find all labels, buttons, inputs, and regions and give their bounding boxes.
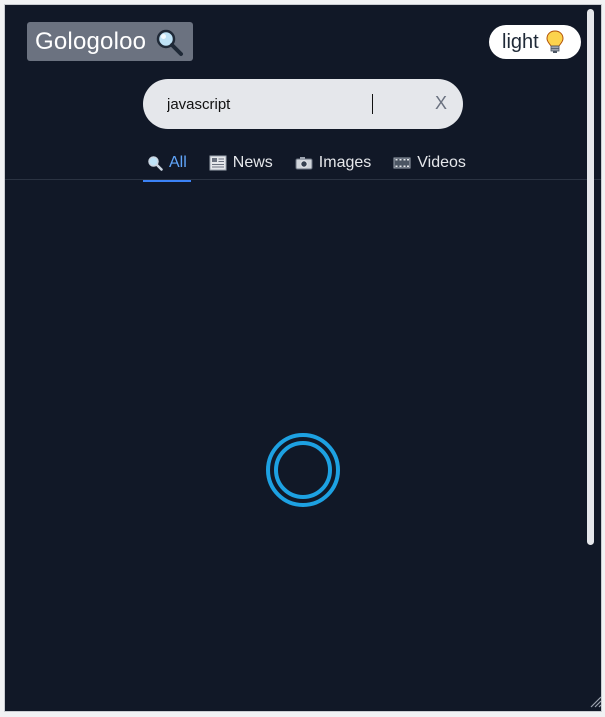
logo-button[interactable]: Gologoloo [27,22,193,61]
loading-spinner [264,431,342,509]
tab-all[interactable]: All [143,148,191,182]
tab-news[interactable]: News [205,148,277,178]
tabs-divider [5,179,601,180]
tab-all-label: All [169,154,187,171]
app-window: Gologoloo light X [4,4,602,712]
search-box: X [143,79,463,129]
text-caret [372,94,373,114]
film-icon [393,155,411,171]
clear-search-button[interactable]: X [433,92,449,114]
newspaper-icon [209,155,227,171]
logo-text: Gologoloo [35,27,147,55]
tab-news-label: News [232,154,273,171]
search-icon [147,155,163,171]
tab-images[interactable]: Images [291,148,375,178]
resize-grip-icon[interactable] [588,694,601,708]
scrollbar-thumb[interactable] [587,9,594,545]
search-input[interactable] [167,93,417,115]
tab-videos[interactable]: Videos [389,148,470,178]
camera-icon [295,155,313,171]
tab-videos-label: Videos [417,154,466,171]
lightbulb-icon [545,29,565,55]
search-tabs: All News Images Videos [143,148,484,182]
magnifier-icon [154,27,184,57]
tab-images-label: Images [318,154,372,171]
theme-label: light [502,30,539,53]
theme-toggle-button[interactable]: light [489,25,581,59]
